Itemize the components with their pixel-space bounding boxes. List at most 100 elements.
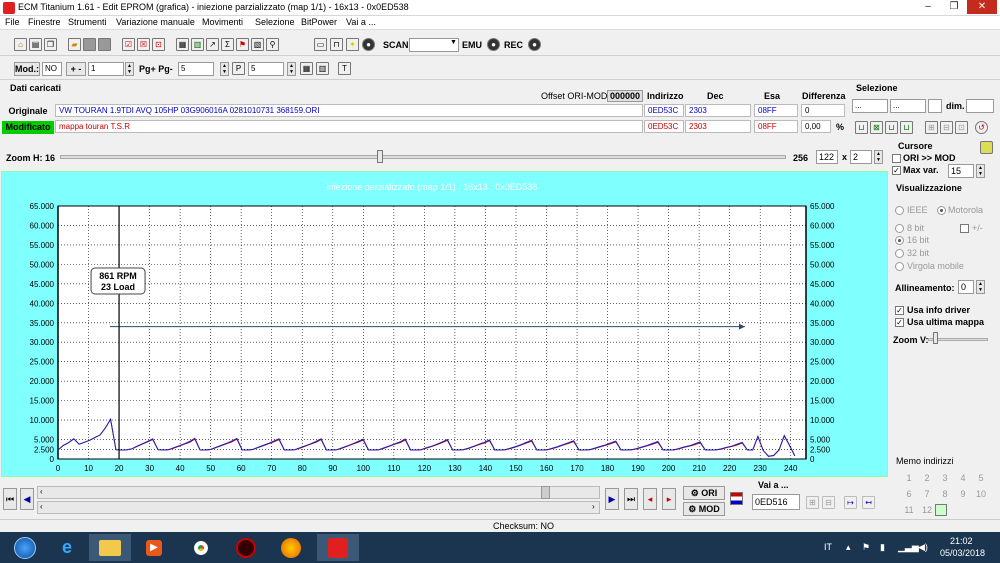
sel-start-icon[interactable]: ⊔ — [855, 121, 868, 134]
table-icon[interactable]: ▦ — [300, 62, 313, 75]
selection-extra-input[interactable] — [928, 99, 942, 113]
scroll-left-icon[interactable]: ‹ — [40, 487, 43, 496]
taskbar-explorer[interactable] — [89, 534, 131, 561]
flag-icon[interactable] — [730, 492, 743, 505]
sel-all-icon[interactable]: ⊔ — [900, 121, 913, 134]
memo-8[interactable]: 8 — [938, 489, 952, 499]
last-button[interactable]: ⏭ — [624, 488, 638, 510]
p-input[interactable]: 5 — [248, 62, 284, 76]
maximize-button[interactable]: ❐ — [941, 0, 967, 14]
sigma-icon[interactable]: Σ — [221, 38, 234, 51]
selection-end-input[interactable]: ... — [890, 99, 926, 113]
zoom-v-slider[interactable] — [933, 332, 938, 344]
tray-network-icon[interactable]: ▮ — [880, 542, 885, 553]
goto-icon-1[interactable]: ⊞ — [806, 496, 819, 509]
terminal-icon[interactable]: ▭ — [314, 38, 327, 51]
start-button[interactable] — [4, 534, 46, 561]
tray-language[interactable]: IT — [824, 542, 832, 552]
memo-2[interactable]: 2 — [920, 473, 934, 483]
bookmark-icon[interactable]: ⚑ — [236, 38, 249, 51]
memo-6[interactable]: 6 — [902, 489, 916, 499]
close-button[interactable]: ✕ — [967, 0, 997, 14]
tray-chevron-icon[interactable]: ▴ — [846, 542, 851, 553]
sign-checkbox[interactable] — [960, 224, 969, 233]
binoculars-icon[interactable]: ⚲ — [266, 38, 279, 51]
step-spinner[interactable]: ▲ ▼ — [125, 62, 134, 76]
sel-paste-icon[interactable]: ⊟ — [940, 121, 953, 134]
lock-icon[interactable]: ⊓ — [330, 38, 343, 51]
memo-9[interactable]: 9 — [956, 489, 970, 499]
dim-input[interactable] — [966, 99, 994, 113]
p-spinner[interactable]: ▲ ▼ — [287, 62, 296, 76]
calculator-icon[interactable]: ▥ — [191, 38, 204, 51]
prev-page-button[interactable]: ◀ — [20, 488, 34, 510]
memo-10[interactable]: 10 — [974, 489, 988, 499]
emu-record-icon[interactable]: ● — [487, 38, 500, 51]
memo-save-icon[interactable] — [935, 504, 947, 516]
prev-map-button[interactable]: ◂ — [643, 488, 657, 510]
allineamento-spinner[interactable]: ▲ ▼ — [976, 280, 985, 294]
zoom-height-input[interactable]: 2 — [850, 150, 872, 164]
grid-icon[interactable]: ▥ — [316, 62, 329, 75]
home-icon[interactable]: ⌂ — [14, 38, 27, 51]
sel-copy-icon[interactable]: ⊞ — [925, 121, 938, 134]
next-map-button[interactable]: ▸ — [662, 488, 676, 510]
data-scrollbar[interactable] — [37, 501, 600, 514]
copy-icon[interactable]: ❐ — [44, 38, 57, 51]
memo-7[interactable]: 7 — [920, 489, 934, 499]
menu-file[interactable]: File — [5, 17, 20, 27]
record-icon[interactable]: ● — [362, 38, 375, 51]
usa-info-checkbox[interactable]: ✓ — [895, 306, 904, 315]
tray-date[interactable]: 05/03/2018 — [940, 548, 985, 558]
runner-icon[interactable]: ✶ — [346, 38, 359, 51]
scroll-right-icon[interactable]: › — [592, 502, 595, 511]
sel-end-icon[interactable]: ⊔ — [885, 121, 898, 134]
tray-signal-icon[interactable]: ▁▃▅ — [898, 542, 919, 553]
minimize-button[interactable]: – — [915, 0, 941, 14]
tray-time[interactable]: 21:02 — [950, 536, 973, 546]
goto-icon-4[interactable]: ↤ — [862, 496, 875, 509]
step-input[interactable]: 1 — [88, 62, 124, 76]
memo-1[interactable]: 1 — [902, 473, 916, 483]
vai-input[interactable]: 0ED516 — [752, 494, 800, 510]
max-var-checkbox[interactable]: ✓ — [892, 166, 901, 175]
cursor-lock-icon[interactable] — [980, 141, 993, 154]
goto-icon-2[interactable]: ⊟ — [822, 496, 835, 509]
memo-4[interactable]: 4 — [956, 473, 970, 483]
max-var-spinner[interactable]: ▲ ▼ — [976, 164, 985, 178]
taskbar-media[interactable]: ▶ — [133, 534, 175, 561]
mod-value[interactable]: NO — [42, 62, 62, 76]
window-icon[interactable]: ▤ — [29, 38, 42, 51]
open-folder-icon[interactable]: ▰ — [68, 38, 81, 51]
originale-file[interactable]: VW TOURAN 1.9TDI AVQ 105HP 03G906016A 02… — [55, 104, 643, 117]
menu-variazione-manuale[interactable]: Variazione manuale — [116, 17, 195, 27]
pg-spinner[interactable]: ▲ ▼ — [220, 62, 229, 76]
mod-button[interactable]: ⚙ MOD — [683, 502, 725, 516]
save-icon[interactable] — [83, 38, 96, 51]
scroll-left-icon-2[interactable]: ‹ — [40, 502, 43, 511]
modificato-file[interactable]: mappa touran T.S.R — [55, 120, 643, 133]
menu-vai-a[interactable]: Vai a ... — [346, 17, 376, 27]
diff-icon[interactable]: ⊡ — [152, 38, 165, 51]
motorola-radio[interactable] — [937, 206, 946, 215]
bit16-radio[interactable] — [895, 236, 904, 245]
ieee-radio[interactable] — [895, 206, 904, 215]
first-button[interactable]: ⏮ — [3, 488, 17, 510]
map-icon[interactable]: ▦ — [176, 38, 189, 51]
zoom-h-slider[interactable] — [377, 150, 383, 163]
taskbar-firefox[interactable] — [270, 534, 312, 561]
plus-minus-button[interactable]: + - — [66, 62, 86, 76]
menu-finestre[interactable]: Finestre — [28, 17, 61, 27]
zoom-h-track[interactable] — [60, 155, 786, 159]
goto-icon-3[interactable]: ↦ — [844, 496, 857, 509]
menu-strumenti[interactable]: Strumenti — [68, 17, 107, 27]
tray-flag-icon[interactable]: ⚑ — [862, 542, 870, 553]
tray-volume-icon[interactable]: ◀) — [918, 542, 928, 553]
graph-icon[interactable]: ↗ — [206, 38, 219, 51]
memo-12[interactable]: 12 — [920, 505, 934, 515]
zoom-height-spinner[interactable]: ▲ ▼ — [874, 150, 883, 164]
memo-5[interactable]: 5 — [974, 473, 988, 483]
selection-start-input[interactable]: ... — [852, 99, 888, 113]
sel-reset-icon[interactable]: ↺ — [975, 121, 988, 134]
taskbar-chrome[interactable] — [180, 534, 222, 561]
